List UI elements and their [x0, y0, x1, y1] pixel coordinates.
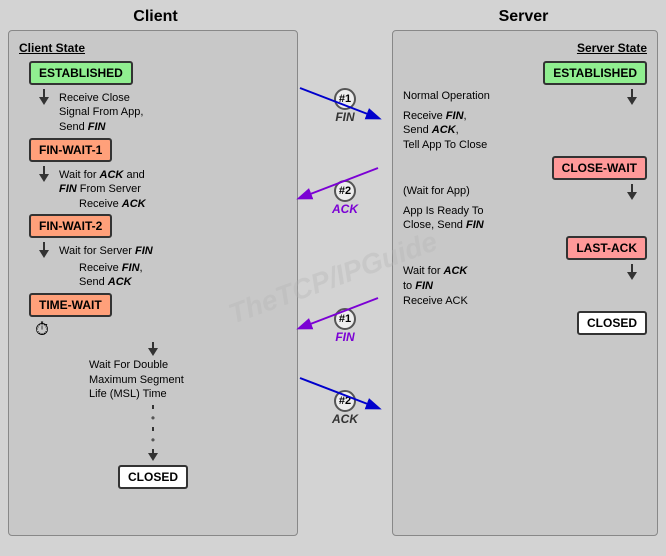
- ack1-number: #2: [334, 180, 356, 202]
- client-state-label: Client State: [19, 41, 287, 55]
- client-desc-5: Receive FIN,Send ACK: [79, 261, 143, 290]
- ack2-label: ACK: [332, 412, 358, 426]
- server-desc-6: Receive ACK: [403, 295, 647, 307]
- client-desc-2: Wait for ACK andFIN From Server: [59, 166, 145, 197]
- server-header: Server: [499, 8, 549, 25]
- server-panel: Server State ESTABLISHED Normal Operatio…: [392, 30, 658, 536]
- fin2-number: #1: [334, 308, 356, 330]
- ack1-label: ACK: [332, 202, 358, 216]
- client-closed: CLOSED: [118, 465, 188, 489]
- client-desc-1: Receive CloseSignal From App,Send FIN: [59, 89, 143, 134]
- server-closed: CLOSED: [577, 311, 647, 335]
- server-state-label: Server State: [403, 41, 647, 55]
- client-fin-wait-2: FIN-WAIT-2: [29, 214, 112, 238]
- fin1-number: #1: [334, 88, 356, 110]
- ack2-number: #2: [334, 390, 356, 412]
- middle-area: #1 FIN #2 ACK #1 FIN #2 ACK: [302, 30, 388, 536]
- client-desc-6: Wait For DoubleMaximum SegmentLife (MSL)…: [89, 358, 184, 401]
- fin2-label: FIN: [335, 330, 354, 344]
- server-desc-1: Normal Operation: [403, 89, 617, 103]
- client-panel: Client State ESTABLISHED Receive CloseSi…: [8, 30, 298, 536]
- client-established: ESTABLISHED: [29, 61, 133, 85]
- server-established: ESTABLISHED: [543, 61, 647, 85]
- client-fin-wait-1: FIN-WAIT-1: [29, 138, 112, 162]
- server-desc-5: Wait for ACKto FIN: [403, 264, 617, 293]
- server-desc-4: App Is Ready ToClose, Send FIN: [403, 204, 647, 233]
- client-time-wait: TIME-WAIT: [29, 293, 112, 317]
- client-desc-3: Receive ACK: [79, 198, 146, 210]
- server-desc-2: Receive FIN,Send ACK,Tell App To Close: [403, 109, 647, 152]
- server-close-wait: CLOSE-WAIT: [552, 156, 647, 180]
- server-desc-3: (Wait for App): [403, 184, 617, 198]
- timer-icon: ⏱: [35, 319, 49, 340]
- fin1-label: FIN: [335, 110, 354, 124]
- client-desc-4: Wait for Server FIN: [59, 242, 153, 258]
- server-last-ack: LAST-ACK: [566, 236, 647, 260]
- client-header: Client: [133, 8, 177, 25]
